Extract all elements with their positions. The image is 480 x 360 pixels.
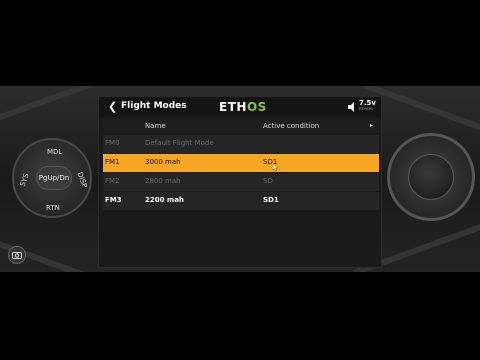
speaker-icon[interactable] xyxy=(348,102,356,112)
column-name-header: Name xyxy=(145,122,166,130)
title-bar: ❮ Flight Modes ETHOS 7.5v ETHOS xyxy=(99,97,381,117)
mdl-button[interactable]: MDL xyxy=(47,148,62,156)
sys-button[interactable]: SYS xyxy=(19,172,31,187)
rotary-encoder[interactable] xyxy=(387,133,475,221)
row-name: 2800 mah xyxy=(145,177,181,185)
row-name: 2200 mah xyxy=(145,196,184,204)
sort-arrow-icon[interactable]: ▸ xyxy=(370,122,373,129)
row-condition: SD xyxy=(263,177,273,185)
row-id: FM2 xyxy=(105,177,120,185)
table-row-fm3[interactable]: FM3 2200 mah SD1 xyxy=(103,192,379,210)
table-row-fm1[interactable]: FM1 3000 mah SD1 xyxy=(103,154,379,172)
row-condition: SD1 xyxy=(263,196,279,204)
page-title: Flight Modes xyxy=(121,101,187,111)
rotary-knob[interactable] xyxy=(408,154,454,200)
camera-icon xyxy=(12,252,22,259)
lcd-screen: ❮ Flight Modes ETHOS 7.5v ETHOS Name Act… xyxy=(98,96,382,268)
disp-button[interactable]: DISP xyxy=(76,171,89,189)
table-header: Name Active condition ▸ xyxy=(103,119,379,134)
row-id: FM0 xyxy=(105,139,120,147)
flight-modes-table: Name Active condition ▸ FM0 Default Flig… xyxy=(103,119,379,210)
navigation-dial[interactable]: MDL SYS DISP RTN PgUp/Dn xyxy=(12,138,92,218)
battery-indicator: 7.5v ETHOS xyxy=(359,99,376,111)
table-row-fm0[interactable]: FM0 Default Flight Mode xyxy=(103,135,379,153)
row-id: FM3 xyxy=(105,196,122,204)
row-name: 3000 mah xyxy=(145,158,181,166)
back-arrow-icon[interactable]: ❮ xyxy=(108,101,118,113)
rtn-button[interactable]: RTN xyxy=(46,204,60,212)
pgup-dn-button[interactable]: PgUp/Dn xyxy=(36,166,72,190)
row-id: FM1 xyxy=(105,158,120,166)
column-condition-header: Active condition xyxy=(263,122,320,130)
screenshot-button[interactable] xyxy=(8,246,26,264)
cursor-icon xyxy=(273,164,278,171)
ethos-logo: ETHOS xyxy=(219,100,267,114)
row-name: Default Flight Mode xyxy=(145,139,214,147)
table-row-fm2[interactable]: FM2 2800 mah SD xyxy=(103,173,379,191)
